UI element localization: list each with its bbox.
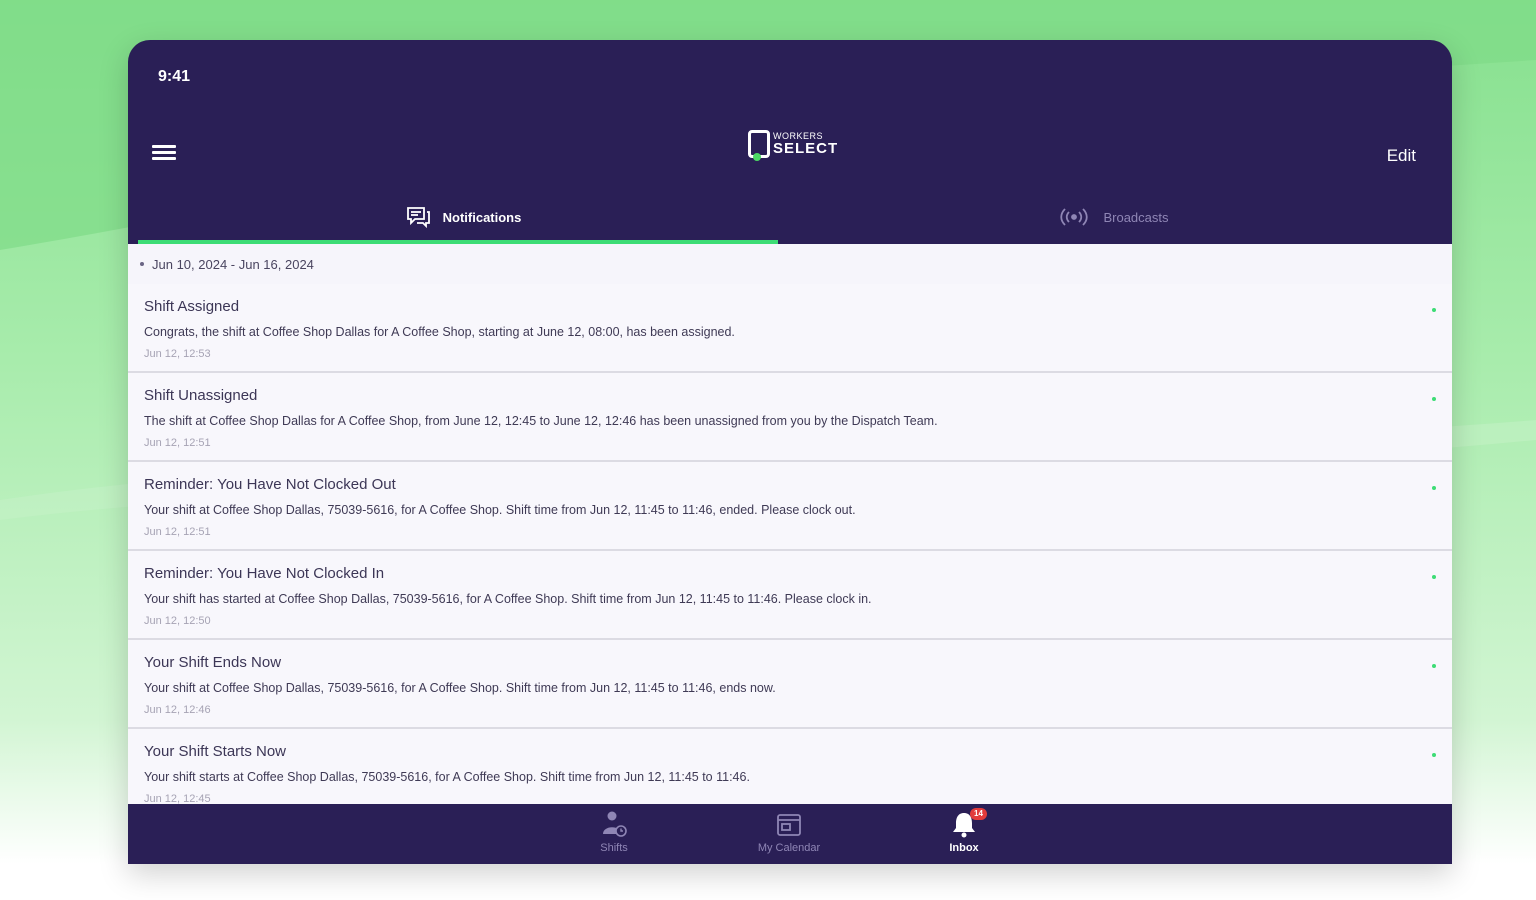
nav-shifts-label: Shifts [600,842,628,854]
app-header: WORKERS SELECT Edit [128,130,1452,176]
bullet-icon [140,262,144,266]
notification-item[interactable]: Your Shift Ends Now Your shift at Coffee… [128,640,1452,729]
nav-my-calendar[interactable]: My Calendar [739,810,839,854]
notification-title: Shift Assigned [144,298,240,315]
notification-title: Reminder: You Have Not Clocked Out [144,476,396,493]
app-logo: WORKERS SELECT [748,130,839,161]
notification-item[interactable]: Your Shift Starts Now Your shift starts … [128,729,1452,804]
notification-time: Jun 12, 12:51 [144,526,211,538]
notification-title: Your Shift Ends Now [144,654,282,671]
logo-bottom-text: SELECT [773,140,839,157]
nav-inbox-label: Inbox [949,842,979,854]
tablet-frame: 9:41 WORKERS SELECT Edit Notifications B… [128,40,1452,864]
unread-dot-icon [1432,664,1436,668]
date-range-header[interactable]: Jun 10, 2024 - Jun 16, 2024 [128,244,1452,284]
nav-shifts[interactable]: Shifts [564,810,664,854]
chat-bubble-icon [405,205,431,229]
unread-dot-icon [1432,308,1436,312]
notification-body: Your shift at Coffee Shop Dallas, 75039-… [144,503,856,517]
edit-button[interactable]: Edit [1387,146,1416,166]
notification-time: Jun 12, 12:45 [144,793,211,804]
nav-my-calendar-label: My Calendar [757,842,821,854]
notification-item[interactable]: Shift Assigned Congrats, the shift at Co… [128,284,1452,373]
notification-title: Shift Unassigned [144,387,258,404]
notification-body: Your shift has started at Coffee Shop Da… [144,592,872,606]
person-shift-icon [603,811,627,837]
logo-mark-icon [748,130,770,161]
calendar-icon [777,814,801,836]
bottom-nav: Shifts My Calendar 14 Inbox [128,804,1452,864]
tab-bar: Notifications Broadcasts [128,190,1452,244]
tab-broadcasts-label: Broadcasts [1103,209,1169,225]
notification-time: Jun 12, 12:53 [144,348,211,360]
date-range-label: Jun 10, 2024 - Jun 16, 2024 [152,256,314,272]
notification-item[interactable]: Reminder: You Have Not Clocked Out Your … [128,462,1452,551]
tab-broadcasts[interactable]: Broadcasts [788,190,1438,244]
notification-time: Jun 12, 12:51 [144,437,211,449]
tab-notifications[interactable]: Notifications [138,190,788,244]
menu-icon[interactable] [152,142,176,162]
notification-body: Your shift at Coffee Shop Dallas, 75039-… [144,681,776,695]
unread-dot-icon [1432,397,1436,401]
broadcast-icon [1057,206,1091,228]
notification-time: Jun 12, 12:46 [144,704,211,716]
unread-dot-icon [1432,486,1436,490]
notification-list[interactable]: Jun 10, 2024 - Jun 16, 2024 Shift Assign… [128,244,1452,804]
inbox-badge: 14 [970,808,987,820]
notification-item[interactable]: Reminder: You Have Not Clocked In Your s… [128,551,1452,640]
unread-dot-icon [1432,575,1436,579]
notification-title: Your Shift Starts Now [144,743,287,760]
nav-inbox[interactable]: 14 Inbox [914,808,1014,854]
unread-dot-icon [1432,753,1436,757]
notification-body: The shift at Coffee Shop Dallas for A Co… [144,414,938,428]
status-time: 9:41 [158,68,191,85]
notification-title: Reminder: You Have Not Clocked In [144,565,385,582]
notification-item[interactable]: Shift Unassigned The shift at Coffee Sho… [128,373,1452,462]
notification-time: Jun 12, 12:50 [144,615,211,627]
notification-body: Your shift starts at Coffee Shop Dallas,… [144,770,750,784]
tab-notifications-label: Notifications [442,209,522,225]
notification-body: Congrats, the shift at Coffee Shop Dalla… [144,325,735,339]
